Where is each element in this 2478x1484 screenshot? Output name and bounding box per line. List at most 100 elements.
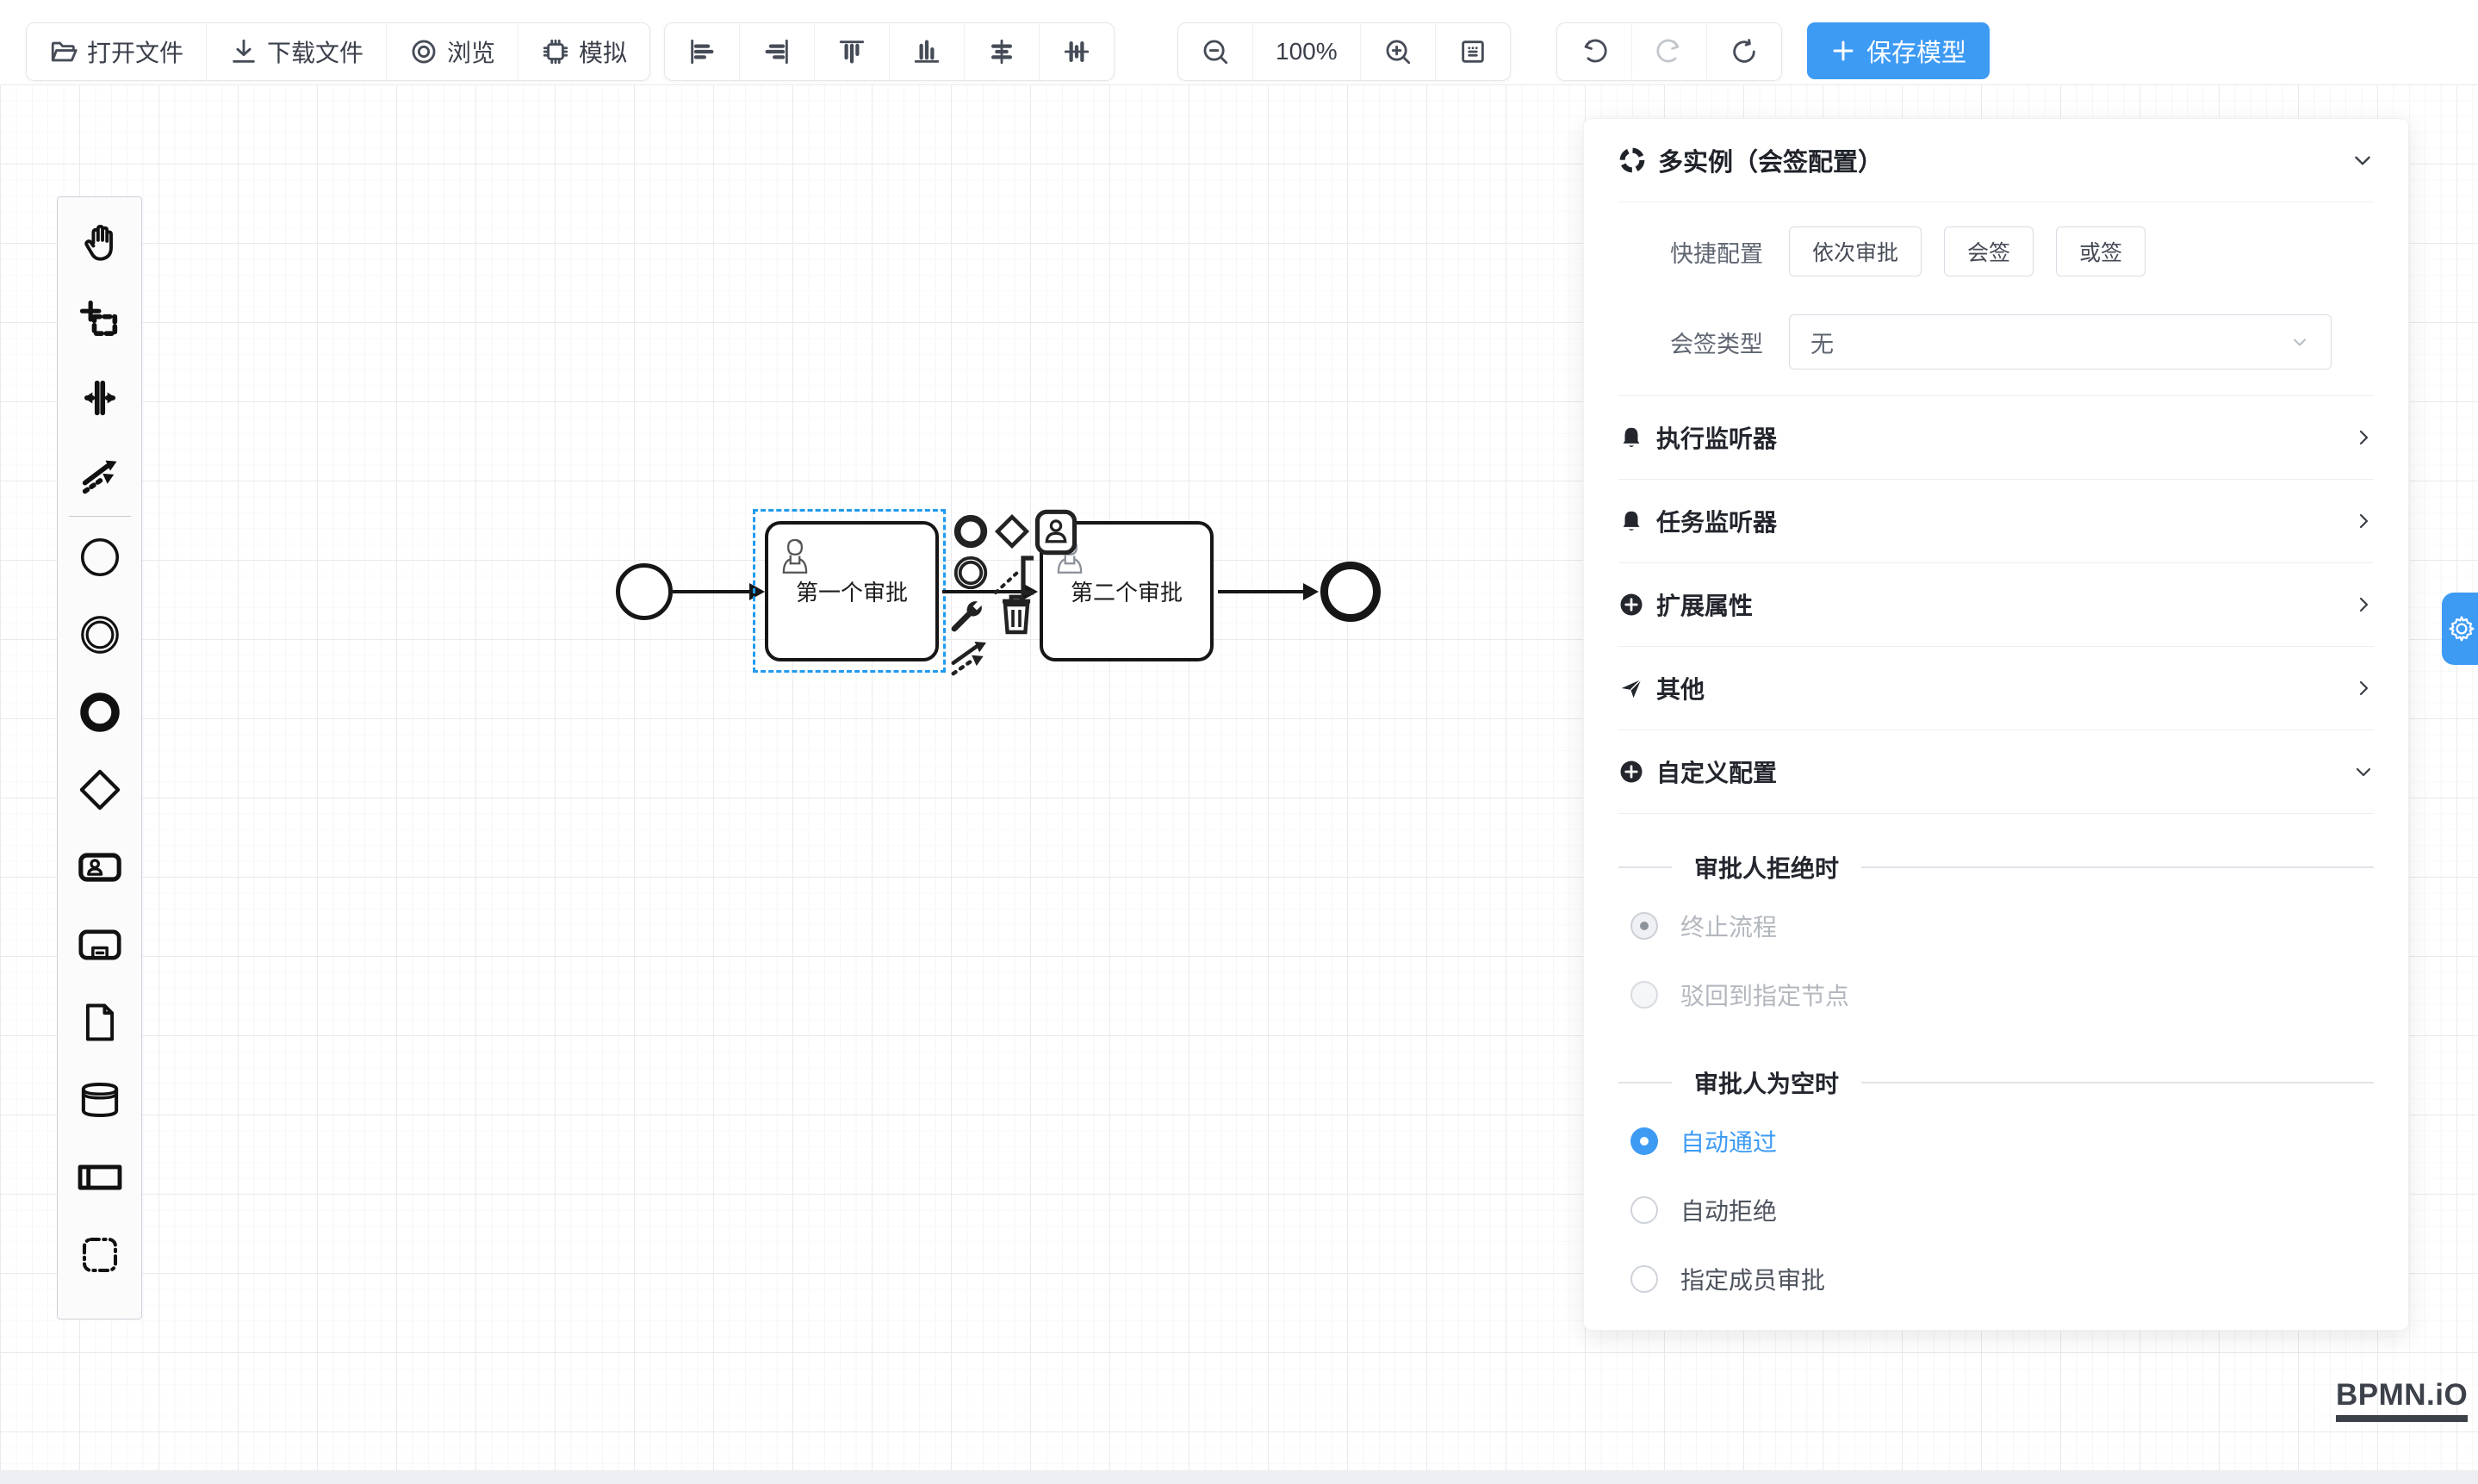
app: 打开文件 下载文件 浏览 模拟 — [0, 0, 2478, 1484]
align-right-button[interactable] — [740, 23, 815, 80]
radio-auto-pass[interactable]: 自动通过 — [1630, 1107, 2374, 1176]
open-file-label: 打开文件 — [87, 34, 183, 69]
zoom-level-value: 100% — [1276, 38, 1338, 65]
chevron-down-icon[interactable] — [2351, 149, 2374, 171]
data-object-icon — [78, 1000, 122, 1045]
space-tool[interactable] — [61, 359, 139, 437]
zoom-in-button[interactable] — [1361, 23, 1436, 80]
divider-line — [1618, 1082, 1672, 1084]
task-first-approval[interactable]: 第一个审批 — [765, 521, 939, 661]
sequence-flow-3[interactable] — [1218, 590, 1304, 593]
section-extension-properties[interactable]: 扩展属性 — [1618, 562, 2374, 646]
quick-config-orsign-button[interactable]: 或签 — [2056, 227, 2146, 276]
section-label: 自定义配置 — [1656, 754, 2341, 789]
download-file-button[interactable]: 下载文件 — [207, 23, 387, 80]
hand-tool-icon — [78, 220, 122, 265]
end-event-shape[interactable] — [1320, 562, 1381, 622]
create-subprocess[interactable] — [61, 906, 139, 984]
zoom-button-group: 100% — [1177, 22, 1511, 81]
radio-circle — [1630, 912, 1658, 940]
radio-terminate-process[interactable]: 终止流程 — [1630, 891, 2374, 960]
global-connect-icon — [78, 453, 122, 498]
radio-circle — [1630, 981, 1658, 1009]
download-icon — [229, 37, 258, 66]
task-label: 第二个审批 — [1071, 575, 1183, 607]
preview-button[interactable]: 浏览 — [387, 23, 519, 80]
simulate-button[interactable]: 模拟 — [519, 23, 649, 80]
send-icon — [1618, 675, 1644, 701]
download-file-label: 下载文件 — [267, 34, 363, 69]
quick-config-sequential-button[interactable]: 依次审批 — [1789, 227, 1922, 276]
redo-button[interactable] — [1632, 23, 1707, 80]
sequence-flow-1[interactable] — [673, 590, 750, 593]
start-event-shape[interactable] — [616, 563, 673, 620]
bpmn-palette — [57, 196, 142, 1319]
append-end-event-icon[interactable] — [951, 512, 991, 551]
create-group[interactable] — [61, 1216, 139, 1294]
panel-header[interactable]: 多实例（会签配置） — [1618, 119, 2374, 202]
append-user-task-icon[interactable] — [1034, 508, 1078, 556]
palette-separator — [69, 516, 131, 517]
align-left-button[interactable] — [665, 23, 740, 80]
section-task-listener[interactable]: 任务监听器 — [1618, 479, 2374, 562]
create-data-store[interactable] — [61, 1061, 139, 1139]
delete-trash-icon[interactable] — [997, 591, 1035, 636]
open-file-button[interactable]: 打开文件 — [27, 23, 207, 80]
sequence-flow-3-arrowhead — [1303, 583, 1319, 600]
create-data-object[interactable] — [61, 984, 139, 1061]
chevron-down-icon — [2289, 332, 2310, 352]
file-button-group: 打开文件 下载文件 浏览 模拟 — [26, 22, 650, 81]
lasso-tool-icon — [78, 298, 122, 343]
align-bottom-icon — [912, 37, 941, 66]
align-bottom-button[interactable] — [890, 23, 965, 80]
section-execution-listener[interactable]: 执行监听器 — [1618, 395, 2374, 479]
undo-button[interactable] — [1557, 23, 1632, 80]
connect-arrow-icon[interactable] — [947, 634, 994, 680]
data-store-icon — [77, 1077, 123, 1123]
align-center-button[interactable] — [965, 23, 1040, 80]
history-button-group — [1556, 22, 1782, 81]
preview-icon — [409, 37, 438, 66]
align-center-horizontal-icon — [987, 37, 1016, 66]
lasso-tool[interactable] — [61, 282, 139, 359]
settings-tab[interactable] — [2442, 593, 2478, 665]
fit-viewport-button[interactable] — [1436, 23, 1510, 80]
radio-return-to-node[interactable]: 驳回到指定节点 — [1630, 960, 2374, 1029]
create-user-task[interactable] — [61, 829, 139, 906]
align-top-button[interactable] — [815, 23, 890, 80]
create-intermediate-event[interactable] — [61, 596, 139, 674]
radio-assign-member[interactable]: 指定成员审批 — [1630, 1245, 2374, 1313]
quick-config-countersign-button[interactable]: 会签 — [1944, 227, 2034, 276]
create-participant[interactable] — [61, 1139, 139, 1216]
section-custom-config[interactable]: 自定义配置 — [1618, 730, 2374, 813]
save-model-label: 保存模型 — [1866, 33, 1966, 69]
footer-strip — [0, 1470, 2478, 1484]
create-gateway[interactable] — [61, 751, 139, 829]
create-end-event[interactable] — [61, 674, 139, 751]
append-gateway-icon[interactable] — [992, 512, 1032, 551]
bpmn-io-watermark[interactable]: BPMN.iO — [2336, 1378, 2468, 1422]
zoom-level[interactable]: 100% — [1253, 23, 1361, 80]
zoom-in-icon — [1383, 37, 1413, 66]
hand-tool[interactable] — [61, 204, 139, 282]
group-icon — [77, 1232, 123, 1278]
zoom-out-button[interactable] — [1178, 23, 1253, 80]
append-intermediate-event-icon[interactable] — [951, 553, 991, 593]
divider-line — [1861, 866, 2374, 868]
radio-auto-reject[interactable]: 自动拒绝 — [1630, 1176, 2374, 1245]
align-middle-button[interactable] — [1040, 23, 1114, 80]
simulate-label: 模拟 — [579, 34, 627, 69]
section-other[interactable]: 其他 — [1618, 646, 2374, 730]
multi-instance-icon — [1618, 146, 1646, 174]
change-type-wrench-icon[interactable] — [947, 594, 989, 636]
global-connect-tool[interactable] — [61, 437, 139, 514]
create-start-event[interactable] — [61, 518, 139, 596]
quick-option-label: 会签 — [1967, 236, 2010, 267]
radio-label: 驳回到指定节点 — [1680, 978, 1849, 1012]
save-model-button[interactable]: 保存模型 — [1807, 22, 1990, 79]
sections-divider — [1618, 813, 2374, 814]
multi-type-select[interactable]: 无 — [1789, 314, 2332, 369]
restart-button[interactable] — [1707, 23, 1781, 80]
multi-type-value: 无 — [1810, 326, 2289, 359]
divider-line — [1618, 866, 1672, 868]
